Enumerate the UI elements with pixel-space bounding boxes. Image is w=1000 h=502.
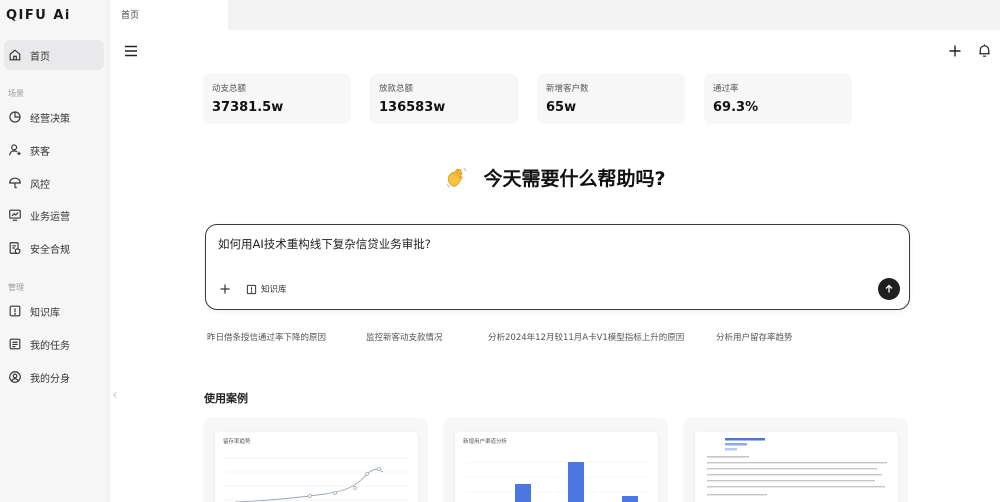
sidebar-item-operations[interactable]: 业务运营 [4, 200, 104, 230]
bell-icon[interactable] [977, 43, 992, 58]
use-case-card-report[interactable] [683, 418, 908, 502]
sidebar-item-label: 首页 [30, 51, 50, 63]
stat-card-withdrawal: 动支总额 37381.5w [203, 74, 351, 124]
sidebar-item-label: 我的任务 [30, 340, 70, 352]
use-case-card-channel[interactable]: 新增用户渠道分析 [443, 418, 668, 502]
use-case-preview: 新增用户渠道分析 [455, 432, 658, 502]
line-chart-thumbnail [225, 457, 410, 502]
toolbar [110, 30, 1000, 74]
avatar-icon [9, 371, 21, 383]
sidebar-item-label: 经营决策 [30, 113, 70, 125]
home-icon [9, 49, 21, 61]
use-cases-title: 使用案例 [204, 392, 248, 405]
pie-chart-icon [9, 111, 21, 123]
sidebar-item-home[interactable]: 首页 [4, 40, 104, 70]
sidebar-collapse-handle[interactable]: ‹ [112, 384, 120, 406]
tab-bar: 首页 [110, 0, 1000, 30]
sidebar-item-acquisition[interactable]: 获客 [4, 135, 104, 165]
stat-label: 动支总额 [212, 84, 247, 94]
app-logo: QIFU Ai [6, 8, 71, 23]
greeting-text: 今天需要什么帮助吗? [483, 168, 666, 190]
suggestion-chip[interactable]: 监控新客动支款情况 [366, 331, 443, 343]
sidebar-item-label: 获客 [30, 146, 50, 158]
chat-input-box[interactable]: 如何用AI技术重构线下复杂信贷业务审批? 知识库 [205, 224, 910, 310]
greeting: 今天需要什么帮助吗? [0, 164, 1000, 191]
stat-value: 37381.5w [212, 100, 284, 115]
suggestion-chip[interactable]: 昨日借条授信通过率下降的原因 [207, 331, 326, 343]
sidebar-item-label: 安全合规 [30, 244, 70, 256]
sidebar-item-label: 知识库 [30, 307, 60, 319]
stat-value: 69.3% [713, 100, 759, 115]
monitor-chart-icon [9, 209, 21, 221]
book-icon [246, 284, 257, 294]
task-list-icon [9, 338, 21, 350]
sidebar-item-tasks[interactable]: 我的任务 [4, 329, 104, 359]
stat-label: 放款总额 [379, 84, 414, 94]
app-root: QIFU Ai 首页 场景 经营决策 获客 风控 业务运营 安全合规 管理 知识… [0, 0, 1000, 502]
stat-label: 新增客户数 [546, 84, 589, 94]
use-case-preview [695, 432, 898, 502]
stat-value: 136583w [379, 100, 446, 115]
stat-card-pass-rate: 通过率 69.3% [704, 74, 852, 124]
use-case-preview: 留存率趋势 [215, 432, 418, 502]
send-button[interactable] [878, 278, 900, 300]
report-thumbnail [707, 438, 887, 496]
sidebar-item-knowledge[interactable]: 知识库 [4, 296, 104, 326]
waving-hand-icon [447, 167, 467, 188]
sidebar-item-label: 我的分身 [30, 373, 70, 385]
stat-value: 65w [546, 100, 577, 115]
sidebar-item-label: 业务运营 [30, 211, 70, 223]
stat-card-new-customers: 新增客户数 65w [537, 74, 685, 124]
bar-chart-thumbnail [465, 461, 650, 502]
attach-plus-icon[interactable] [219, 283, 231, 295]
knowledge-base-button[interactable]: 知识库 [246, 281, 287, 297]
knowledge-base-label: 知识库 [261, 285, 287, 295]
suggestion-chip[interactable]: 分析2024年12月较11月A卡V1模型指标上升的原因 [488, 331, 684, 343]
menu-icon[interactable] [124, 44, 138, 58]
suggestion-chip[interactable]: 分析用户留存率趋势 [716, 331, 793, 343]
book-icon [9, 305, 21, 317]
shield-doc-icon [9, 242, 21, 255]
plus-icon[interactable] [948, 44, 962, 58]
user-add-icon [9, 144, 21, 156]
sidebar-section-manage: 管理 [8, 283, 24, 292]
stat-card-loan: 放款总额 136583w [370, 74, 518, 124]
sidebar-item-avatar[interactable]: 我的分身 [4, 362, 104, 392]
arrow-up-icon [885, 284, 893, 293]
sidebar-item-decision[interactable]: 经营决策 [4, 102, 104, 132]
sidebar-item-compliance[interactable]: 安全合规 [4, 233, 104, 263]
chat-input[interactable]: 如何用AI技术重构线下复杂信贷业务审批? [218, 236, 431, 252]
tab-home[interactable]: 首页 [110, 0, 228, 30]
sidebar: QIFU Ai 首页 场景 经营决策 获客 风控 业务运营 安全合规 管理 知识… [0, 0, 110, 502]
use-case-card-retention[interactable]: 留存率趋势 [203, 418, 428, 502]
stat-label: 通过率 [713, 84, 739, 94]
sidebar-section-scene: 场景 [8, 89, 24, 98]
